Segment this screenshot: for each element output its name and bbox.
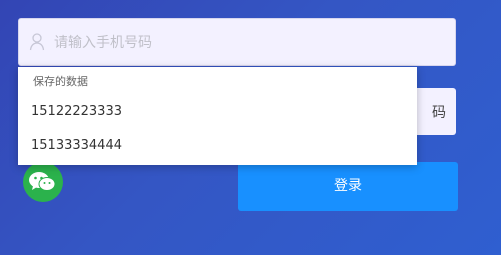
get-code-button[interactable]: 码 (432, 102, 446, 122)
wechat-login-button[interactable] (23, 162, 63, 202)
phone-input[interactable] (54, 19, 444, 65)
autocomplete-item[interactable]: 15133334444 (31, 138, 122, 153)
phone-field[interactable] (18, 18, 456, 66)
autocomplete-dropdown: 保存的数据 15122223333 15133334444 (18, 67, 417, 165)
user-icon (29, 33, 45, 51)
wechat-icon (29, 172, 56, 191)
autocomplete-item[interactable]: 15122223333 (31, 104, 122, 119)
login-button[interactable]: 登录 (238, 162, 458, 211)
autocomplete-header: 保存的数据 (33, 75, 88, 88)
